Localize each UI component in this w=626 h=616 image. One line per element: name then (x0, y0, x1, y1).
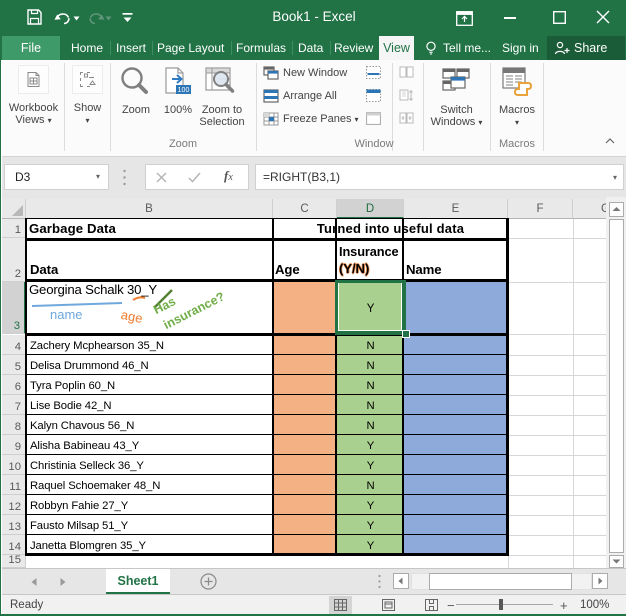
svg-text:100: 100 (178, 87, 190, 94)
